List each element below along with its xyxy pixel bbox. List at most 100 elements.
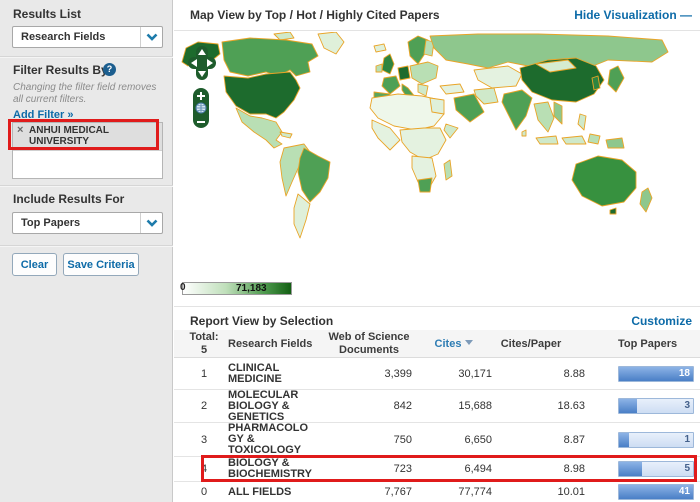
help-icon[interactable]: ? bbox=[103, 63, 116, 76]
country-south-africa bbox=[418, 178, 432, 192]
cites-per-paper-cell: 8.87 bbox=[504, 423, 585, 456]
country-arctic-islands bbox=[274, 32, 294, 40]
report-view-header: Report View by Selection Customize bbox=[174, 306, 700, 330]
legend-min-value: 0 bbox=[180, 282, 186, 293]
top-papers-value: 1 bbox=[684, 434, 690, 445]
country-argentina bbox=[294, 194, 310, 238]
country-caribbean bbox=[280, 132, 292, 138]
report-view-title: Report View by Selection bbox=[190, 314, 333, 328]
results-list-dropdown[interactable]: Research Fields bbox=[12, 26, 163, 48]
column-cites-per-paper: Cites/Paper bbox=[490, 338, 572, 350]
column-research-fields: Research Fields bbox=[228, 338, 328, 350]
sidebar-divider bbox=[0, 56, 173, 58]
column-top-papers: Top Papers bbox=[618, 338, 698, 350]
rank-cell: 4 bbox=[184, 457, 224, 481]
top-papers-value: 18 bbox=[679, 368, 690, 379]
country-sri-lanka bbox=[522, 130, 526, 136]
docs-cell: 7,767 bbox=[324, 482, 412, 502]
world-choropleth-map[interactable] bbox=[178, 32, 698, 278]
chevron-down-icon[interactable] bbox=[140, 213, 162, 233]
cites-cell: 6,494 bbox=[414, 457, 492, 481]
country-new-guinea bbox=[606, 138, 624, 148]
save-criteria-button[interactable]: Save Criteria bbox=[63, 253, 139, 276]
remove-filter-icon[interactable]: × bbox=[17, 125, 23, 136]
top-papers-value: 3 bbox=[684, 400, 690, 411]
hide-visualization-link[interactable]: Hide Visualization — bbox=[574, 8, 692, 22]
country-indonesia-west bbox=[536, 136, 558, 144]
country-brazil bbox=[298, 148, 330, 202]
country-vietnam bbox=[554, 102, 562, 124]
cites-per-paper-cell: 8.88 bbox=[504, 358, 585, 389]
field-link: MOLECULAR BIOLOGY & GENETICS bbox=[228, 390, 314, 423]
table-row: 2 MOLECULAR BIOLOGY & GENETICS 842 15,68… bbox=[174, 390, 700, 423]
esi-app-window: Results List Research Fields Filter Resu… bbox=[0, 0, 700, 502]
top-papers-value: 5 bbox=[684, 463, 690, 474]
column-cites-sortable[interactable]: Cites bbox=[416, 338, 492, 350]
map-view-header: Map View by Top / Hot / Highly Cited Pap… bbox=[174, 0, 700, 30]
sidebar-divider bbox=[0, 245, 173, 247]
include-results-dropdown-value: Top Papers bbox=[13, 217, 140, 229]
country-ireland bbox=[376, 64, 382, 72]
country-uk bbox=[382, 54, 394, 74]
country-france bbox=[382, 76, 400, 94]
country-madagascar bbox=[444, 160, 452, 180]
map-zoom-control[interactable] bbox=[193, 88, 209, 128]
filter-results-by-heading: Filter Results By bbox=[13, 63, 108, 77]
country-australia bbox=[572, 156, 636, 206]
results-list-heading: Results List bbox=[13, 7, 81, 21]
country-egypt bbox=[430, 98, 444, 114]
map-view-title: Map View by Top / Hot / Highly Cited Pap… bbox=[190, 8, 440, 22]
rank-cell: 2 bbox=[184, 390, 224, 422]
country-usa bbox=[224, 72, 300, 118]
add-filter-link[interactable]: Add Filter » bbox=[13, 109, 74, 121]
country-turkey bbox=[440, 84, 464, 94]
country-balkans bbox=[418, 84, 428, 96]
top-papers-bar: 18 bbox=[618, 366, 694, 382]
docs-cell: 842 bbox=[324, 390, 412, 422]
table-row-all-fields: 0 ALL FIELDS 7,767 77,774 10.01 41 bbox=[174, 482, 700, 502]
main-content: Map View by Top / Hot / Highly Cited Pap… bbox=[174, 0, 700, 502]
legend-max-value: 71,183 bbox=[236, 283, 267, 294]
country-korea bbox=[592, 76, 600, 90]
top-papers-bar: 3 bbox=[618, 398, 694, 414]
country-kazakhstan bbox=[474, 66, 522, 88]
field-link: BIOLOGY & BIOCHEMISTRY bbox=[228, 458, 314, 480]
divider bbox=[174, 30, 700, 31]
active-filter-item[interactable]: × ANHUI MEDICAL UNIVERSITY bbox=[13, 123, 162, 151]
filter-sidebar: Results List Research Fields Filter Resu… bbox=[0, 0, 173, 502]
top-papers-value: 41 bbox=[679, 486, 690, 497]
country-philippines bbox=[578, 114, 586, 130]
clear-button[interactable]: Clear bbox=[12, 253, 57, 276]
active-filters-listbox[interactable]: × ANHUI MEDICAL UNIVERSITY bbox=[12, 122, 163, 179]
docs-cell: 3,399 bbox=[324, 358, 412, 389]
field-link: CLINICAL MEDICINE bbox=[228, 363, 314, 385]
country-iceland bbox=[374, 44, 386, 52]
top-papers-bar: 5 bbox=[618, 461, 694, 477]
chevron-down-icon[interactable] bbox=[140, 27, 162, 47]
country-tasmania bbox=[610, 208, 616, 214]
include-results-dropdown[interactable]: Top Papers bbox=[12, 212, 163, 234]
country-canada bbox=[222, 38, 318, 76]
country-new-zealand bbox=[640, 188, 652, 212]
cites-cell: 30,171 bbox=[414, 358, 492, 389]
region-southeast-asia bbox=[534, 102, 554, 132]
zoom-out-icon bbox=[197, 121, 205, 123]
country-eastern-europe bbox=[410, 62, 438, 84]
rank-cell: 0 bbox=[184, 482, 224, 502]
table-row: 3 PHARMACOLOGY & TOXICOLOGY 750 6,650 8.… bbox=[174, 423, 700, 457]
top-papers-bar: 1 bbox=[618, 432, 694, 448]
rank-cell: 3 bbox=[184, 423, 224, 456]
country-germany bbox=[398, 66, 410, 80]
column-wos-documents: Web of Science Documents bbox=[314, 331, 424, 357]
map-legend: 0 71,183 bbox=[178, 280, 308, 298]
cites-per-paper-cell: 18.63 bbox=[504, 390, 585, 422]
cites-cell: 6,650 bbox=[414, 423, 492, 456]
sort-descending-icon bbox=[465, 340, 473, 345]
results-list-dropdown-value: Research Fields bbox=[13, 31, 140, 43]
cites-per-paper-cell: 10.01 bbox=[504, 482, 585, 502]
sidebar-divider bbox=[0, 185, 173, 187]
cites-cell: 77,774 bbox=[414, 482, 492, 502]
active-filter-label: ANHUI MEDICAL UNIVERSITY bbox=[29, 125, 109, 147]
filter-note: Changing the filter field removes all cu… bbox=[13, 82, 163, 106]
customize-link[interactable]: Customize bbox=[631, 314, 692, 328]
